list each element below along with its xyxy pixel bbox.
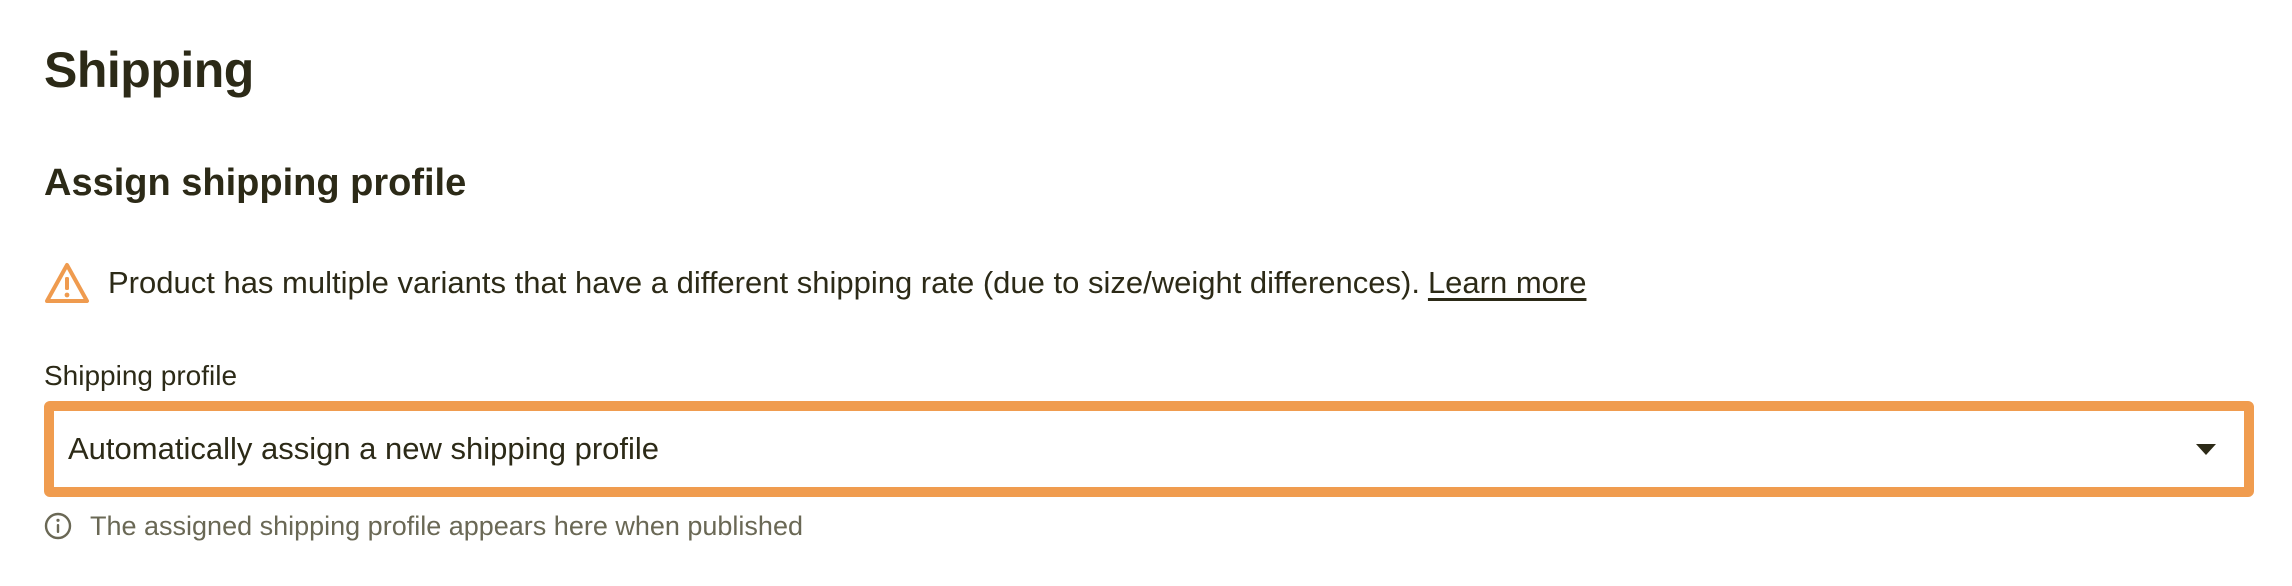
- shipping-profile-help: The assigned shipping profile appears he…: [44, 506, 803, 546]
- shipping-profile-label: Shipping profile: [44, 360, 238, 391]
- info-circle-icon: [44, 512, 72, 540]
- variant-shipping-warning: Product has multiple variants that have …: [44, 258, 1586, 308]
- assign-shipping-profile-heading: Assign shipping profile: [44, 162, 467, 204]
- learn-more-link[interactable]: Learn more: [1428, 261, 1587, 305]
- shipping-profile-selected-value: Automatically assign a new shipping prof…: [68, 431, 660, 466]
- warning-text: Product has multiple variants that have …: [108, 265, 1420, 300]
- warning-triangle-icon: [44, 262, 90, 304]
- section-title: Shipping: [44, 42, 254, 98]
- shipping-profile-select[interactable]: Automatically assign a new shipping prof…: [44, 401, 2254, 497]
- caret-down-icon: [2196, 443, 2216, 455]
- help-text: The assigned shipping profile appears he…: [90, 511, 803, 541]
